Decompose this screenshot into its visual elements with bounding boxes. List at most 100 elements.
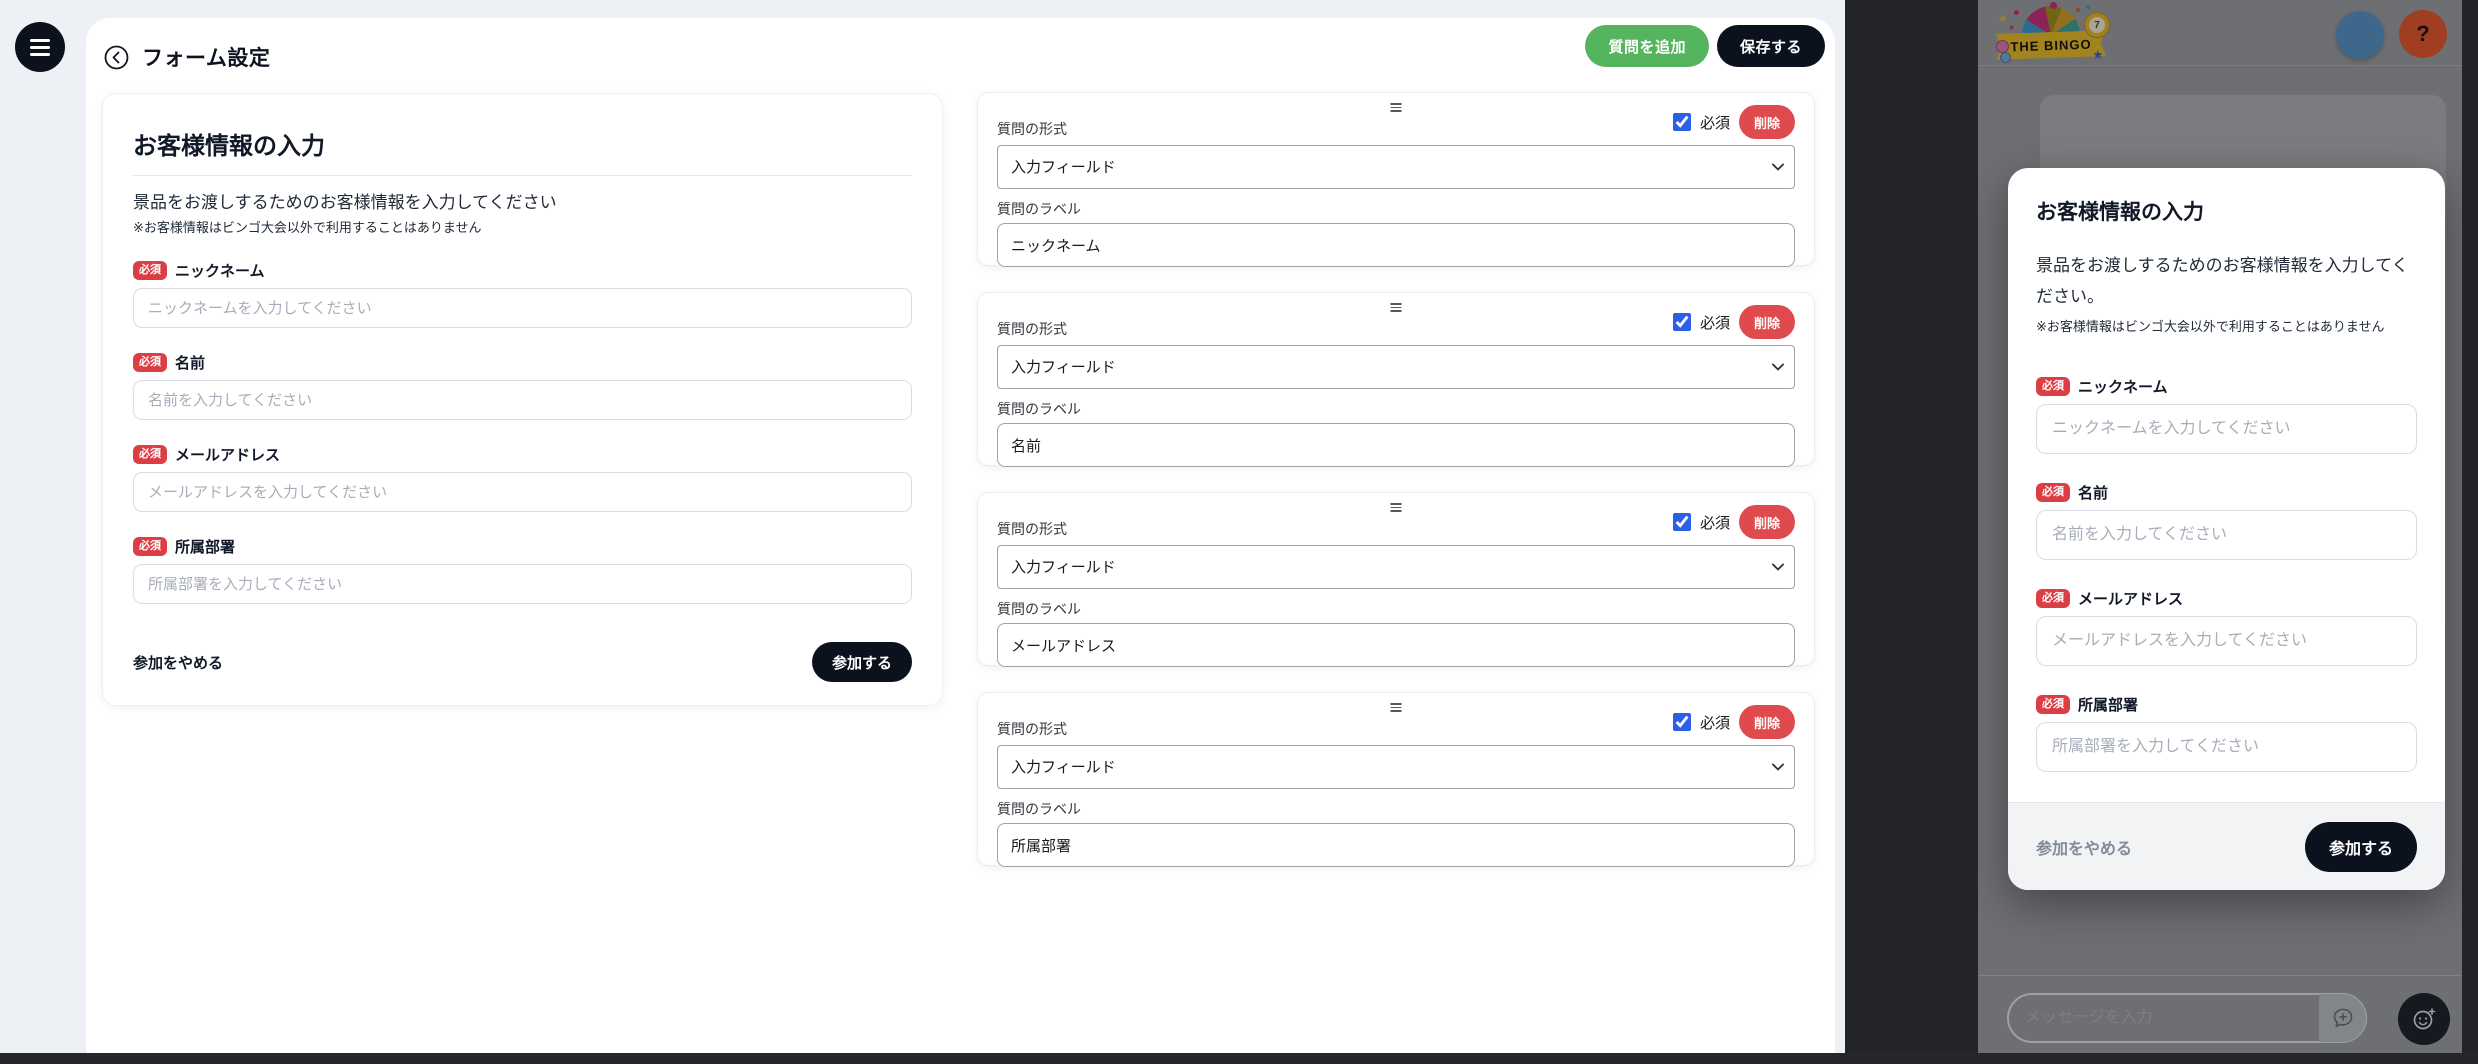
hamburger-icon: [30, 39, 50, 42]
question-label-label: 質問のラベル: [997, 399, 1795, 419]
field-label: 名前: [2078, 482, 2108, 503]
dimmed-bottom-strip: [0, 1053, 2478, 1064]
required-badge: 必須: [133, 353, 167, 371]
drag-handle-icon[interactable]: [1389, 101, 1404, 114]
required-checkbox[interactable]: [1673, 513, 1691, 531]
required-label: 必須: [1700, 512, 1730, 533]
email-input[interactable]: [133, 472, 912, 512]
form-note: ※お客様情報はビンゴ大会以外で利用することはありません: [133, 217, 912, 236]
modal-footer: 参加をやめる 参加する: [2008, 802, 2445, 890]
field-label: 所属部署: [175, 536, 235, 557]
delete-question-button[interactable]: 削除: [1739, 305, 1795, 339]
panel-title-row: フォーム設定: [104, 42, 270, 72]
required-badge: 必須: [2036, 483, 2070, 501]
required-label: 必須: [1700, 312, 1730, 333]
field-label: ニックネーム: [175, 260, 265, 281]
field-label: 所属部署: [2078, 694, 2138, 715]
page-title: フォーム設定: [142, 42, 270, 72]
required-checkbox[interactable]: [1673, 313, 1691, 331]
question-label-label: 質問のラベル: [997, 199, 1795, 219]
question-card-1: 質問の形式 必須 削除 入力フィールド 質問のラベル: [977, 92, 1815, 266]
hamburger-menu-button[interactable]: [15, 22, 65, 72]
question-editor-column: 質問の形式 必須 削除 入力フィールド 質問のラベル: [977, 92, 1815, 866]
question-format-label: 質問の形式: [997, 519, 1067, 539]
modal-note: ※お客様情報はビンゴ大会以外で利用することはありません: [2036, 317, 2417, 336]
question-format-label: 質問の形式: [997, 119, 1067, 139]
add-question-button[interactable]: 質問を追加: [1585, 25, 1709, 67]
form-settings-drawer: フォーム設定 質問を追加 保存する お客様情報の入力 景品をお渡しするためのお客…: [0, 0, 1845, 1053]
participant-form-modal: お客様情報の入力 景品をお渡しするためのお客様情報を入力してください。 ※お客様…: [2008, 168, 2445, 890]
nickname-input[interactable]: [2036, 404, 2417, 454]
required-checkbox[interactable]: [1673, 713, 1691, 731]
back-icon[interactable]: [104, 45, 129, 70]
preview-field-department: 必須 所属部署: [133, 536, 912, 604]
bingo-preview-region: ★ ★ THE BINGO 7 ★ ?: [1978, 0, 2462, 1053]
modal-field-email: 必須 メールアドレス: [2036, 588, 2417, 666]
hamburger-icon: [30, 53, 50, 56]
modal-fields: 必須 ニックネーム 必須 名前 必須 メールアドレス: [2036, 376, 2417, 772]
form-title: お客様情報の入力: [133, 126, 912, 161]
email-input[interactable]: [2036, 616, 2417, 666]
save-button[interactable]: 保存する: [1717, 25, 1825, 67]
preview-field-email: 必須 メールアドレス: [133, 444, 912, 512]
field-label: メールアドレス: [175, 444, 280, 465]
required-checkbox[interactable]: [1673, 113, 1691, 131]
question-card-2: 質問の形式 必須 削除 入力フィールド 質問のラベル: [977, 292, 1815, 466]
required-badge: 必須: [2036, 589, 2070, 607]
modal-field-nickname: 必須 ニックネーム: [2036, 376, 2417, 454]
question-label-input[interactable]: [997, 423, 1795, 467]
panel-actions: 質問を追加 保存する: [1585, 25, 1825, 67]
quit-participation-link[interactable]: 参加をやめる: [133, 652, 223, 673]
name-input[interactable]: [2036, 510, 2417, 560]
question-format-label: 質問の形式: [997, 719, 1067, 739]
drag-handle-icon[interactable]: [1389, 701, 1404, 714]
required-badge: 必須: [133, 261, 167, 279]
required-badge: 必須: [133, 537, 167, 555]
required-label: 必須: [1700, 712, 1730, 733]
preview-field-name: 必須 名前: [133, 352, 912, 420]
preview-footer: 参加をやめる 参加する: [133, 642, 912, 682]
scrollbar-track[interactable]: [2462, 0, 2478, 1064]
join-button[interactable]: 参加する: [812, 642, 912, 682]
modal-field-department: 必須 所属部署: [2036, 694, 2417, 772]
join-button[interactable]: 参加する: [2305, 822, 2417, 872]
form-settings-panel: フォーム設定 質問を追加 保存する お客様情報の入力 景品をお渡しするためのお客…: [86, 18, 1835, 1053]
question-label-label: 質問のラベル: [997, 799, 1795, 819]
question-label-input[interactable]: [997, 223, 1795, 267]
drag-handle-icon[interactable]: [1389, 301, 1404, 314]
nickname-input[interactable]: [133, 288, 912, 328]
delete-question-button[interactable]: 削除: [1739, 705, 1795, 739]
form-description: 景品をお渡しするためのお客様情報を入力してください: [133, 188, 912, 213]
delete-question-button[interactable]: 削除: [1739, 105, 1795, 139]
name-input[interactable]: [133, 380, 912, 420]
modal-description: 景品をお渡しするためのお客様情報を入力してください。: [2036, 250, 2417, 312]
delete-question-button[interactable]: 削除: [1739, 505, 1795, 539]
quit-participation-link[interactable]: 参加をやめる: [2036, 835, 2132, 859]
department-input[interactable]: [133, 564, 912, 604]
question-format-select[interactable]: 入力フィールド: [997, 745, 1795, 789]
hamburger-icon: [30, 46, 50, 49]
field-label: 名前: [175, 352, 205, 373]
preview-field-nickname: 必須 ニックネーム: [133, 260, 912, 328]
question-label-label: 質問のラベル: [997, 599, 1795, 619]
question-format-select[interactable]: 入力フィールド: [997, 545, 1795, 589]
question-format-select[interactable]: 入力フィールド: [997, 345, 1795, 389]
required-badge: 必須: [133, 445, 167, 463]
required-label: 必須: [1700, 112, 1730, 133]
modal-title: お客様情報の入力: [2036, 196, 2417, 226]
question-format-label: 質問の形式: [997, 319, 1067, 339]
field-label: メールアドレス: [2078, 588, 2183, 609]
required-badge: 必須: [2036, 377, 2070, 395]
department-input[interactable]: [2036, 722, 2417, 772]
question-card-3: 質問の形式 必須 削除 入力フィールド 質問のラベル: [977, 492, 1815, 666]
form-preview-card: お客様情報の入力 景品をお渡しするためのお客様情報を入力してください ※お客様情…: [102, 93, 943, 706]
question-label-input[interactable]: [997, 623, 1795, 667]
modal-field-name: 必須 名前: [2036, 482, 2417, 560]
divider: [133, 175, 912, 176]
field-label: ニックネーム: [2078, 376, 2168, 397]
required-badge: 必須: [2036, 695, 2070, 713]
drag-handle-icon[interactable]: [1389, 501, 1404, 514]
question-card-4: 質問の形式 必須 削除 入力フィールド 質問のラベル: [977, 692, 1815, 866]
question-label-input[interactable]: [997, 823, 1795, 867]
question-format-select[interactable]: 入力フィールド: [997, 145, 1795, 189]
